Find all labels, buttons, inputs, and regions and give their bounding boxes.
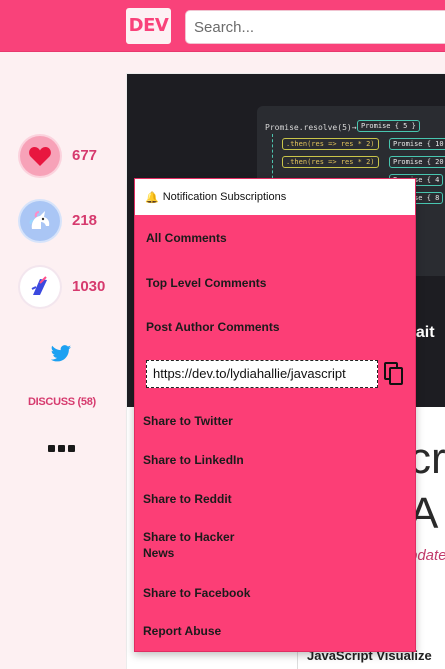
dot bbox=[48, 445, 55, 452]
share-hacker-news[interactable]: Share to Hacker News bbox=[143, 529, 234, 561]
dot bbox=[58, 445, 65, 452]
share-twitter[interactable]: Share to Twitter bbox=[143, 413, 233, 429]
unicorn-count: 218 bbox=[72, 212, 98, 229]
copy-icon[interactable] bbox=[384, 362, 404, 386]
reading-list-icon bbox=[31, 276, 47, 295]
share-hacker-news-line1: Share to Hacker bbox=[143, 530, 235, 544]
share-facebook[interactable]: Share to Facebook bbox=[143, 585, 250, 601]
twitter-icon[interactable] bbox=[50, 344, 72, 364]
bookmark-count: 1030 bbox=[72, 278, 106, 295]
top-header: DEV bbox=[0, 0, 445, 52]
option-top-level-comments[interactable]: Top Level Comments bbox=[146, 276, 266, 290]
option-all-comments[interactable]: All Comments bbox=[146, 231, 227, 245]
bell-icon: 🔔 bbox=[145, 191, 159, 204]
bookmark-reaction-button[interactable] bbox=[20, 267, 60, 307]
unicorn-icon bbox=[29, 211, 50, 229]
share-dropdown: 🔔 Notification Subscriptions All Comment… bbox=[134, 178, 416, 652]
discuss-link[interactable]: DISCUSS (58) bbox=[28, 396, 96, 408]
code-chip: Promise { 5 } bbox=[357, 120, 420, 132]
unicorn-reaction-button[interactable] bbox=[20, 201, 60, 241]
share-hacker-news-line2: News bbox=[143, 546, 175, 560]
report-abuse[interactable]: Report Abuse bbox=[143, 623, 221, 639]
article-url-field[interactable]: https://dev.to/lydiahallie/javascript bbox=[146, 360, 378, 388]
notification-header-label: Notification Subscriptions bbox=[162, 191, 287, 203]
heart-count: 677 bbox=[72, 147, 98, 164]
share-linkedin[interactable]: Share to LinkedIn bbox=[143, 452, 244, 468]
more-options-icon[interactable] bbox=[48, 445, 76, 455]
dev-logo[interactable]: DEV bbox=[126, 8, 171, 44]
share-reddit[interactable]: Share to Reddit bbox=[143, 491, 232, 507]
heart-reaction-button[interactable] bbox=[20, 136, 60, 176]
dot bbox=[68, 445, 75, 452]
code-chip: .then(res => res * 2) bbox=[282, 138, 379, 150]
code-chip: Promise { 10 bbox=[389, 138, 445, 150]
code-chip: Promise { 20 bbox=[389, 156, 445, 168]
notification-header: 🔔 Notification Subscriptions bbox=[135, 179, 415, 215]
code-chip: .then(res => res * 2) bbox=[282, 156, 379, 168]
option-post-author-comments[interactable]: Post Author Comments bbox=[146, 320, 280, 334]
code-line: Promise.resolve(5)→ bbox=[265, 123, 357, 132]
heart-icon bbox=[29, 147, 51, 166]
search-input[interactable] bbox=[185, 10, 445, 44]
